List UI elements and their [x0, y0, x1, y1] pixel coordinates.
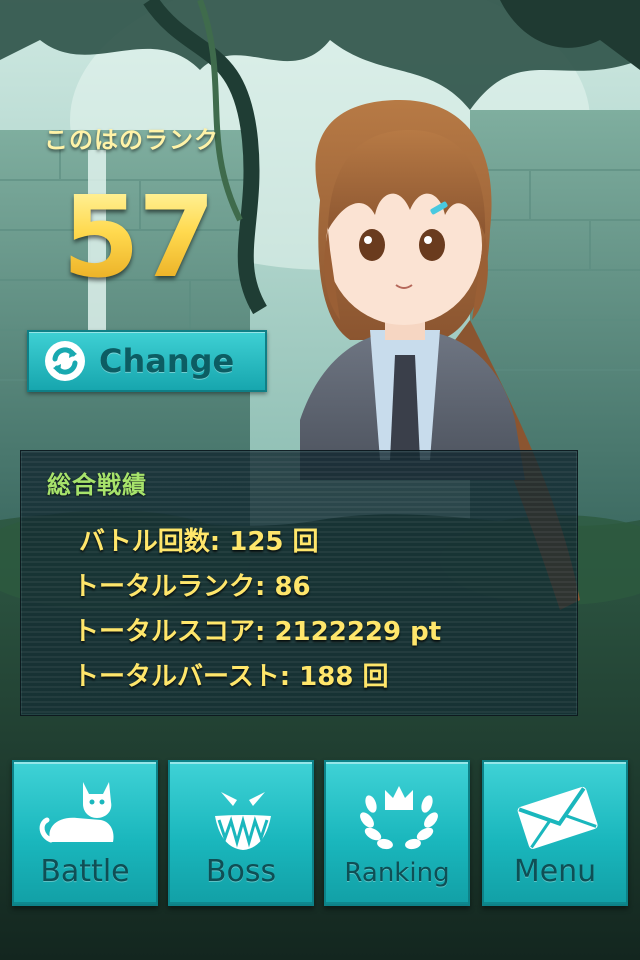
rank-value: 57 — [62, 173, 216, 303]
stats-total-score: トータルスコア: 2122229 pt — [73, 617, 442, 647]
stats-total-rank: トータルランク: 86 — [73, 572, 311, 602]
battle-button[interactable]: Battle — [12, 760, 158, 906]
battle-label: Battle — [40, 854, 130, 889]
cat-icon — [39, 782, 114, 843]
stats-total-burst: トータルバースト: 188 回 — [73, 662, 389, 692]
refresh-icon — [45, 341, 85, 381]
stats-battle-count: バトル回数: 125 回 — [79, 527, 319, 557]
rank-label: このはのランク — [44, 126, 219, 154]
change-button-label: Change — [99, 342, 235, 380]
boss-label: Boss — [205, 854, 277, 889]
boss-button[interactable]: Boss — [168, 760, 314, 906]
menu-button[interactable]: Menu — [482, 760, 628, 906]
crown-laurel-icon — [360, 786, 438, 850]
boss-face-icon — [215, 792, 271, 850]
menu-label: Menu — [513, 854, 597, 889]
envelope-icon — [517, 786, 598, 849]
ranking-button[interactable]: Ranking — [324, 760, 470, 906]
ranking-label: Ranking — [344, 858, 450, 888]
change-button[interactable]: Change — [27, 330, 267, 392]
stats-panel: 総合戦績 バトル回数: 125 回 トータルランク: 86 トータルスコア: 2… — [20, 450, 578, 716]
stats-title: 総合戦績 — [47, 471, 147, 499]
